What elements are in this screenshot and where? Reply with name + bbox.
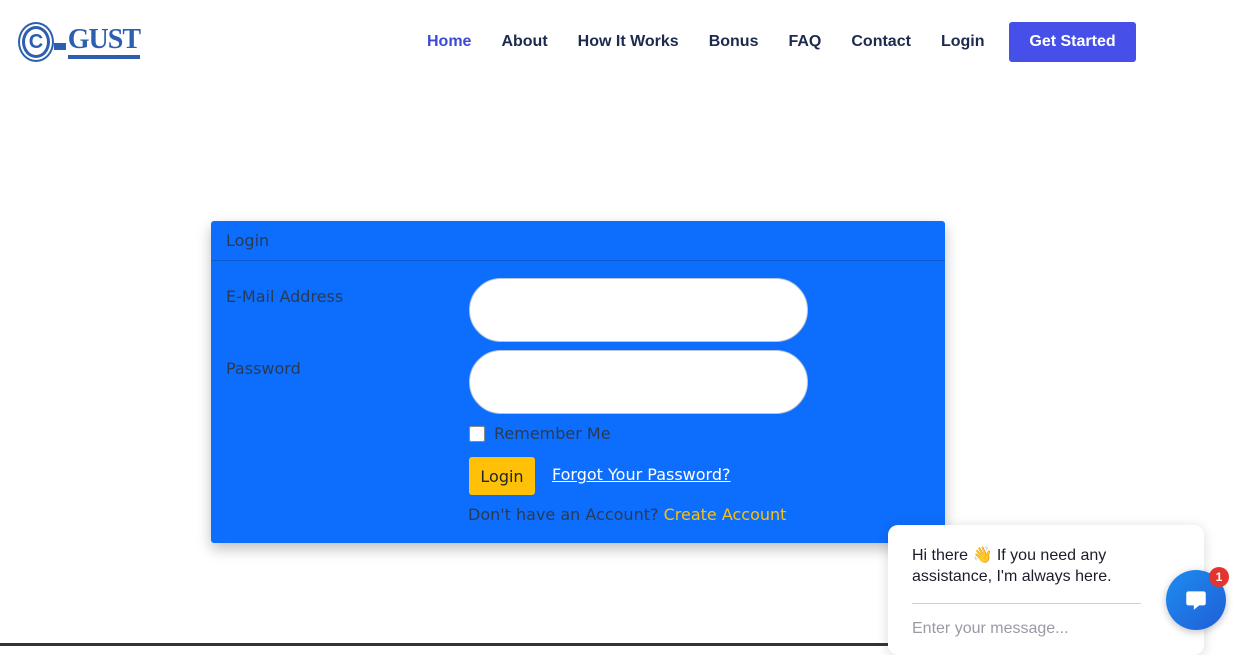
forgot-password-link[interactable]: Forgot Your Password? bbox=[552, 465, 731, 484]
chat-divider bbox=[912, 603, 1141, 604]
chat-popup: Hi there 👋 If you need any assistance, I… bbox=[888, 525, 1204, 655]
remember-me[interactable]: Remember Me bbox=[469, 424, 611, 443]
nav-faq[interactable]: FAQ bbox=[788, 33, 821, 51]
email-label: E-Mail Address bbox=[226, 287, 344, 306]
email-input[interactable] bbox=[469, 278, 808, 342]
remember-checkbox[interactable] bbox=[469, 425, 485, 442]
nav-bonus[interactable]: Bonus bbox=[709, 33, 759, 51]
nav-about[interactable]: About bbox=[501, 33, 547, 51]
nav-home[interactable]: Home bbox=[427, 33, 471, 51]
login-submit-button[interactable]: Login bbox=[469, 457, 535, 495]
card-header: Login bbox=[211, 221, 945, 261]
logo[interactable]: C GUST bbox=[22, 22, 141, 62]
remember-label: Remember Me bbox=[494, 424, 611, 443]
password-label: Password bbox=[226, 359, 301, 378]
chat-icon bbox=[1186, 591, 1206, 610]
logo-text: GUST bbox=[67, 25, 141, 59]
chat-greeting: Hi there 👋 If you need any assistance, I… bbox=[912, 547, 1112, 585]
no-account-text: Don't have an Account? Create Account bbox=[468, 505, 786, 524]
no-account-label: Don't have an Account? bbox=[468, 505, 659, 524]
login-card: Login E-Mail Address Password Remember M… bbox=[211, 221, 945, 543]
nav-how-it-works[interactable]: How It Works bbox=[578, 33, 679, 51]
main-nav: Home About How It Works Bonus FAQ Contac… bbox=[427, 22, 984, 62]
chat-message-input[interactable]: Enter your message... bbox=[912, 620, 1069, 638]
logo-dash bbox=[53, 42, 66, 50]
get-started-button[interactable]: Get Started bbox=[1009, 22, 1136, 62]
logo-circle: C bbox=[22, 26, 50, 58]
nav-contact[interactable]: Contact bbox=[851, 33, 911, 51]
password-input[interactable] bbox=[469, 350, 808, 414]
create-account-link[interactable]: Create Account bbox=[664, 505, 787, 524]
nav-login[interactable]: Login bbox=[941, 33, 985, 51]
unread-badge: 1 bbox=[1209, 567, 1229, 587]
